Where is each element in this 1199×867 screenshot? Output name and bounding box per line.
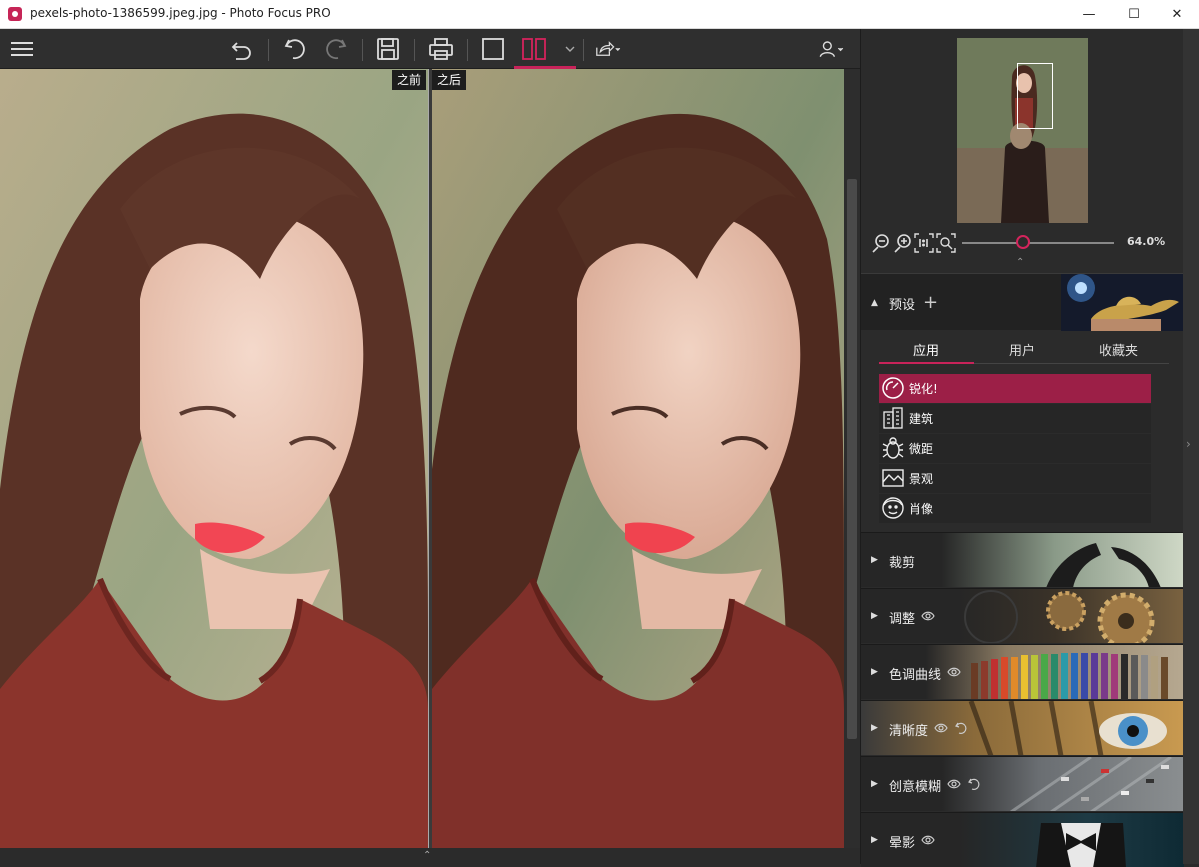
preset-item-portrait[interactable]: 肖像	[879, 494, 1151, 523]
section-vignette-label: 晕影	[889, 836, 916, 851]
expand-triangle-icon: ▶	[871, 611, 878, 621]
preset-item-macro[interactable]: 微距	[879, 434, 1151, 463]
navigator-viewport-rect[interactable]	[1017, 63, 1053, 129]
undo-icon[interactable]	[281, 35, 309, 63]
print-icon[interactable]	[427, 35, 455, 63]
zoom-value: 64.0%	[1127, 235, 1166, 248]
navigator-thumbnail[interactable]	[957, 38, 1088, 223]
scrollbar-thumb[interactable]	[847, 179, 857, 739]
preset-tabs: 应用 用户 收藏夹	[879, 332, 1169, 364]
image-viewer[interactable]: 之前 之后 ⌃	[0, 69, 860, 864]
section-tone-curve[interactable]: ▶ 色调曲线	[861, 644, 1184, 699]
visibility-eye-icon[interactable]	[934, 722, 948, 734]
presets-section-header[interactable]: ▲ 预设 +	[861, 273, 1184, 331]
toolbar-separator	[467, 39, 468, 61]
single-view-icon[interactable]	[479, 35, 507, 63]
navigator-collapse-icon[interactable]: ⌃	[1016, 257, 1024, 268]
split-view-icon[interactable]	[520, 35, 548, 63]
expand-triangle-icon: ▶	[871, 667, 878, 677]
building-icon	[881, 406, 905, 430]
preset-item-landscape[interactable]: 景观	[879, 464, 1151, 493]
after-photo: 之后	[432, 69, 844, 848]
title-bar: pexels-photo-1386599.jpeg.jpg - Photo Fo…	[0, 0, 1199, 29]
before-photo: 之前	[0, 69, 428, 848]
section-crop-label: 裁剪	[889, 556, 916, 571]
zoom-slider-knob[interactable]	[1016, 235, 1030, 249]
expand-triangle-icon: ▶	[871, 779, 878, 789]
preset-item-label: 肖像	[909, 502, 934, 516]
filmstrip-expand-icon[interactable]: ⌃	[423, 850, 431, 861]
section-clarity-label: 清晰度	[889, 724, 929, 739]
zoom-controls: 64.0%	[861, 229, 1184, 257]
landscape-icon	[881, 466, 905, 490]
window-title: pexels-photo-1386599.jpeg.jpg - Photo Fo…	[30, 6, 331, 20]
portrait-icon	[881, 496, 905, 520]
minimize-button[interactable]: —	[1067, 0, 1111, 29]
zoom-slider[interactable]	[962, 242, 1114, 244]
toolbar-separator	[268, 39, 269, 61]
after-label: 之后	[432, 70, 467, 90]
section-vignette[interactable]: ▶ 晕影	[861, 812, 1184, 867]
chevron-right-icon[interactable]: ›	[1186, 437, 1191, 451]
active-tab-indicator	[879, 362, 974, 364]
visibility-eye-icon[interactable]	[947, 666, 961, 678]
before-label: 之前	[392, 70, 427, 90]
preset-item-architecture[interactable]: 建筑	[879, 404, 1151, 433]
redo-icon[interactable]	[322, 35, 350, 63]
add-preset-icon[interactable]: +	[923, 294, 938, 312]
section-adjust-label: 调整	[889, 612, 916, 627]
navigator: 64.0% ⌃	[861, 29, 1184, 271]
reset-icon[interactable]	[954, 721, 968, 735]
bug-icon	[881, 436, 905, 460]
tab-user[interactable]: 用户	[1009, 340, 1035, 359]
expand-triangle-icon: ▶	[871, 835, 878, 845]
section-creative-blur[interactable]: ▶ 创意模糊	[861, 756, 1184, 811]
section-crop[interactable]: ▶ 裁剪	[861, 532, 1184, 587]
maximize-button[interactable]: ☐	[1112, 0, 1156, 29]
visibility-eye-icon[interactable]	[921, 610, 935, 622]
share-icon[interactable]	[594, 35, 634, 63]
section-tone-curve-label: 色调曲线	[889, 668, 942, 683]
close-button[interactable]: ✕	[1155, 0, 1199, 29]
vertical-scrollbar[interactable]	[844, 69, 860, 848]
reset-icon[interactable]	[967, 777, 981, 791]
toolbar	[0, 29, 860, 69]
section-creative-blur-label: 创意模糊	[889, 780, 942, 795]
tab-apps[interactable]: 应用	[913, 340, 939, 359]
section-adjust[interactable]: ▶ 调整	[861, 588, 1184, 643]
preset-item-label: 建筑	[909, 412, 934, 426]
zoom-actual-size-icon[interactable]	[913, 232, 935, 254]
toolbar-separator	[583, 39, 584, 61]
tab-baseline	[974, 363, 1169, 364]
preset-item-label: 微距	[909, 442, 934, 456]
zoom-fit-icon[interactable]	[935, 232, 957, 254]
expand-triangle-icon: ▶	[871, 723, 878, 733]
preset-item-label: 锐化!	[909, 382, 938, 396]
side-panel: 64.0% ⌃ ▲ 预设 + 应用 用户 收藏夹 锐化! 建筑 微距 景观 肖像…	[860, 29, 1184, 867]
visibility-eye-icon[interactable]	[947, 778, 961, 790]
menu-icon[interactable]	[8, 35, 36, 63]
save-icon[interactable]	[374, 35, 402, 63]
presets-title: 预设	[889, 298, 916, 313]
preset-item-label: 景观	[909, 472, 934, 486]
revert-icon[interactable]	[228, 35, 256, 63]
app-logo-icon	[8, 7, 22, 21]
visibility-eye-icon[interactable]	[921, 834, 935, 846]
toolbar-separator	[362, 39, 363, 61]
preset-item-sharpen[interactable]: 锐化!	[879, 374, 1151, 403]
expand-triangle-icon: ▶	[871, 555, 878, 565]
tab-favorites[interactable]: 收藏夹	[1099, 340, 1138, 359]
chevron-down-icon[interactable]	[556, 35, 575, 63]
toolbar-separator	[414, 39, 415, 61]
zoom-in-icon[interactable]	[892, 232, 914, 254]
collapse-triangle-icon: ▲	[871, 298, 878, 308]
zoom-out-icon[interactable]	[870, 232, 892, 254]
sharpen-gauge-icon	[881, 376, 905, 400]
section-clarity[interactable]: ▶ 清晰度	[861, 700, 1184, 755]
user-icon[interactable]	[818, 35, 854, 63]
magic-lamp-banner-image	[1061, 274, 1184, 331]
